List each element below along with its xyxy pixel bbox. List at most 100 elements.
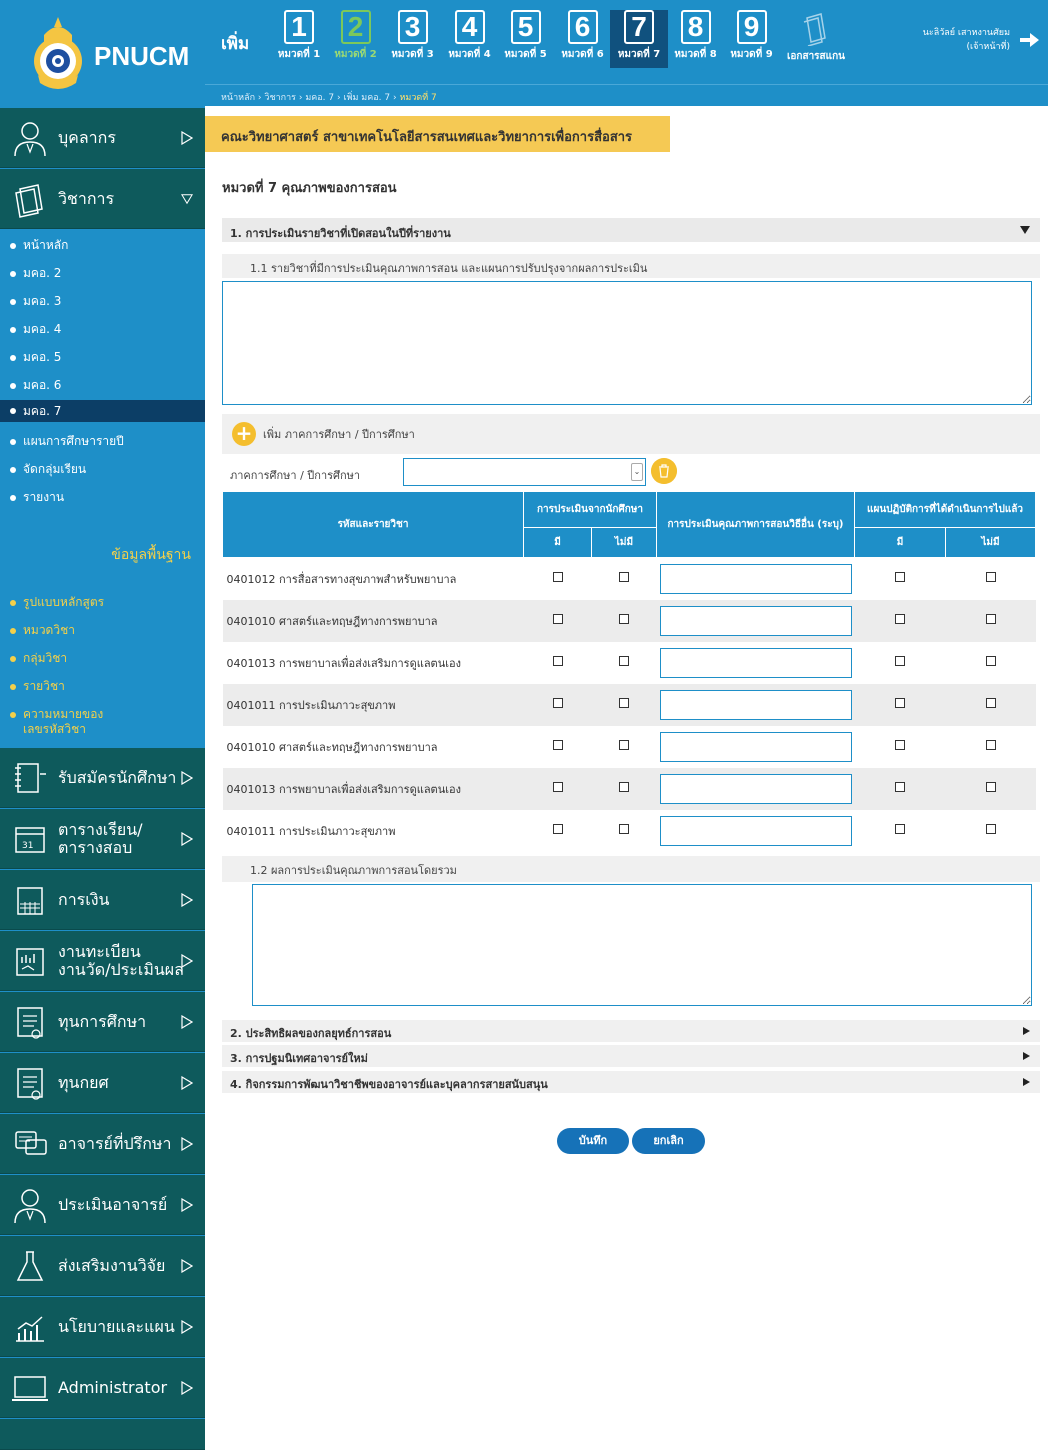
trash-icon[interactable]	[651, 458, 677, 484]
action-plan-no-checkbox[interactable]	[985, 824, 996, 834]
student-eval-no-checkbox[interactable]	[619, 824, 629, 834]
sidebar-menu-policy[interactable]: นโยบายและแผน	[0, 1297, 205, 1357]
person-icon	[14, 121, 46, 156]
action-plan-no-checkbox[interactable]	[985, 614, 996, 624]
sidebar-menu-student-loan[interactable]: ทุนกยศ	[0, 1053, 205, 1113]
student-eval-no-checkbox[interactable]	[619, 572, 629, 583]
overall-evaluation-textarea[interactable]	[252, 884, 1032, 1006]
step-7[interactable]: 7 หมวดที่ 7	[610, 10, 668, 68]
action-plan-no-checkbox[interactable]	[985, 740, 996, 750]
step-6[interactable]: 6 หมวดที่ 6	[555, 10, 610, 62]
other-eval-input[interactable]	[659, 773, 852, 804]
action-plan-no-checkbox[interactable]	[985, 572, 996, 583]
student-eval-yes-checkbox[interactable]	[552, 782, 563, 792]
cancel-button[interactable]: ยกเลิก	[632, 1128, 705, 1154]
sidebar-item-home[interactable]: หน้าหลัก	[10, 236, 68, 255]
sidebar-item-mko4[interactable]: มคอ. 4	[10, 320, 61, 339]
action-plan-yes-checkbox[interactable]	[895, 740, 906, 750]
student-eval-yes-checkbox[interactable]	[552, 698, 563, 708]
table-row: 0401013 การพยาบาลเพื่อส่งเสริมการดูแลตนเ…	[222, 767, 1036, 810]
student-eval-yes-checkbox[interactable]	[552, 656, 563, 666]
add-term-row: + เพิ่ม ภาคการศึกษา / ปีการศึกษา	[222, 414, 1040, 454]
other-eval-input[interactable]	[659, 731, 852, 762]
app-logo[interactable]: PNUCM	[0, 0, 205, 106]
other-eval-input[interactable]	[659, 815, 852, 846]
step-5[interactable]: 5 หมวดที่ 5	[498, 10, 553, 62]
col-course-header: รหัสและรายวิชา	[222, 491, 524, 558]
sidebar-item-subject[interactable]: รายวิชา	[10, 679, 65, 694]
logout-arrow-icon[interactable]	[1018, 32, 1040, 48]
step-2[interactable]: 2 หมวดที่ 2	[328, 10, 383, 62]
other-eval-input[interactable]	[659, 689, 852, 720]
student-eval-yes-checkbox[interactable]	[552, 614, 563, 624]
sidebar-item-curriculum-format[interactable]: รูปแบบหลักสูตร	[10, 595, 104, 610]
student-eval-no-checkbox[interactable]	[619, 782, 629, 792]
sidebar-menu-teacher-eval[interactable]: ประเมินอาจารย์	[0, 1175, 205, 1235]
action-plan-no-checkbox[interactable]	[985, 698, 996, 708]
step-8[interactable]: 8 หมวดที่ 8	[668, 10, 723, 62]
other-eval-input[interactable]	[659, 563, 852, 594]
sidebar-item-mko6[interactable]: มคอ. 6	[10, 376, 61, 395]
breadcrumb-home[interactable]: หน้าหลัก	[221, 93, 255, 103]
step-4[interactable]: 4 หมวดที่ 4	[442, 10, 497, 62]
sidebar-item-grouping[interactable]: จัดกลุ่มเรียน	[10, 460, 86, 479]
sidebar-menu-registration[interactable]: งานทะเบียน งานวัด/ประเมินผล	[0, 931, 205, 991]
breadcrumb-add-mko7[interactable]: เพิ่ม มคอ. 7	[344, 93, 391, 103]
sidebar-menu-advisor[interactable]: อาจารย์ที่ปรึกษา	[0, 1114, 205, 1174]
other-eval-input[interactable]	[659, 605, 852, 636]
sidebar-item-subject-category[interactable]: หมวดวิชา	[10, 623, 75, 638]
sidebar-item-mko2[interactable]: มคอ. 2	[10, 264, 61, 283]
sidebar-item-code-meaning[interactable]: ความหมายของ เลขรหัสวิชา	[10, 707, 103, 737]
action-plan-no-checkbox[interactable]	[985, 656, 996, 666]
sidebar-item-mko5[interactable]: มคอ. 5	[10, 348, 61, 367]
sidebar-menu-academic[interactable]: วิชาการ	[0, 169, 205, 229]
step-1[interactable]: 1 หมวดที่ 1	[272, 10, 326, 62]
sidebar-menu-admin[interactable]: Administrator	[0, 1358, 205, 1418]
action-plan-no-checkbox[interactable]	[985, 782, 996, 792]
save-button[interactable]: บันทึก	[557, 1128, 629, 1154]
triangle-right-icon	[1023, 1052, 1030, 1060]
action-plan-yes-checkbox[interactable]	[895, 824, 906, 834]
course-evaluation-textarea[interactable]	[222, 281, 1032, 405]
sidebar-item-subject-group[interactable]: กลุ่มวิชา	[10, 651, 67, 666]
accordion-section-4[interactable]: 4. กิจกรรมการพัฒนาวิชาชีพของอาจารย์และบุ…	[222, 1071, 1040, 1093]
student-eval-yes-checkbox[interactable]	[552, 824, 563, 834]
term-select[interactable]: ⌄	[403, 458, 646, 486]
add-term-button[interactable]: +	[232, 422, 256, 446]
sidebar-menu-personnel[interactable]: บุคลากร	[0, 108, 205, 168]
student-eval-no-checkbox[interactable]	[619, 614, 629, 624]
sidebar-menu-finance[interactable]: การเงิน	[0, 870, 205, 930]
course-name: 0401010 ศาสตร์และทฤษฎีทางการพยาบาล	[222, 599, 524, 642]
student-eval-no-checkbox[interactable]	[619, 656, 629, 666]
sidebar-item-mko7[interactable]: มคอ. 7	[0, 400, 205, 422]
student-eval-yes-checkbox[interactable]	[552, 572, 563, 583]
course-name: 0401013 การพยาบาลเพื่อส่งเสริมการดูแลตนเ…	[222, 767, 524, 810]
breadcrumb-academic[interactable]: วิชาการ	[264, 93, 296, 103]
other-eval-input[interactable]	[659, 647, 852, 678]
student-eval-no-checkbox[interactable]	[619, 740, 629, 750]
accordion-section-1[interactable]: 1. การประเมินรายวิชาที่เปิดสอนในปีที่ราย…	[222, 218, 1040, 242]
action-plan-yes-checkbox[interactable]	[895, 656, 906, 666]
sidebar-menu-admission[interactable]: รับสมัครนักศึกษา	[0, 748, 205, 808]
accordion-section-2[interactable]: 2. ประสิทธิผลของกลยุทธ์การสอน	[222, 1020, 1040, 1042]
sidebar-menu-research[interactable]: ส่งเสริมงานวิจัย	[0, 1236, 205, 1296]
sidebar-item-study-plan[interactable]: แผนการศึกษารายปี	[10, 432, 124, 451]
student-eval-no-checkbox[interactable]	[619, 698, 629, 708]
accordion-section-3[interactable]: 3. การปฐมนิเทศอาจารย์ใหม่	[222, 1045, 1040, 1067]
action-plan-yes-checkbox[interactable]	[895, 614, 906, 624]
action-plan-yes-checkbox[interactable]	[895, 572, 906, 583]
sidebar: บุคลากร วิชาการ หน้าหลัก มคอ. 2 มคอ. 3 ม…	[0, 106, 205, 1450]
chevron-right-icon	[181, 1319, 193, 1334]
step-3[interactable]: 3 หมวดที่ 3	[385, 10, 440, 62]
sidebar-item-mko3[interactable]: มคอ. 3	[10, 292, 61, 311]
step-9[interactable]: 9 หมวดที่ 9	[724, 10, 779, 62]
student-eval-yes-checkbox[interactable]	[552, 740, 563, 750]
step-scan-docs[interactable]: เอกสารสแกน	[781, 10, 851, 64]
sidebar-item-report[interactable]: รายงาน	[10, 488, 64, 507]
sidebar-menu-scholarship[interactable]: ทุนการศึกษา	[0, 992, 205, 1052]
action-plan-yes-checkbox[interactable]	[895, 698, 906, 708]
sidebar-menu-timetable[interactable]: 31 ตารางเรียน/ตารางสอบ	[0, 809, 205, 869]
course-name: 0401013 การพยาบาลเพื่อส่งเสริมการดูแลตนเ…	[222, 641, 524, 684]
breadcrumb-mko7[interactable]: มคอ. 7	[305, 93, 334, 103]
action-plan-yes-checkbox[interactable]	[895, 782, 906, 792]
